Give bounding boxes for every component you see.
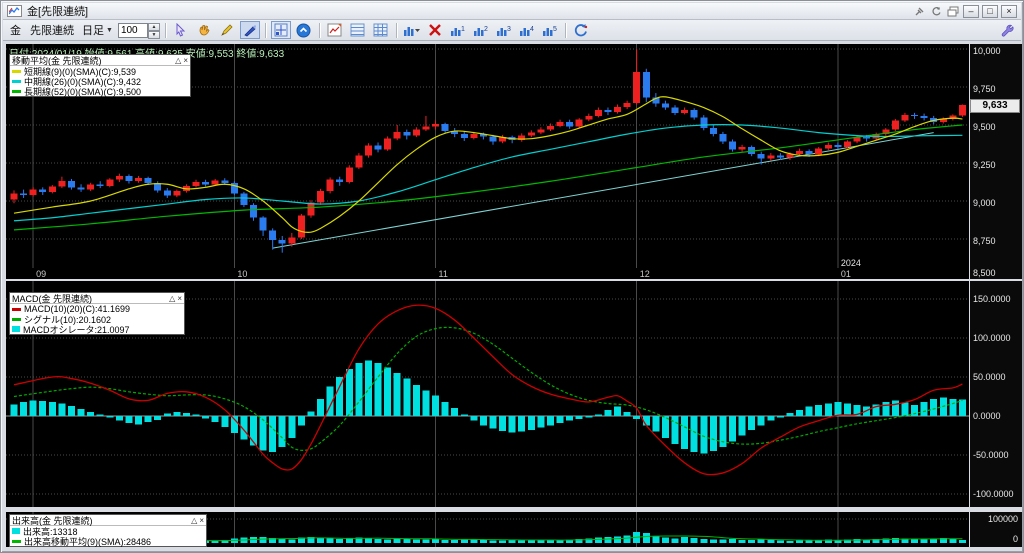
macd-tick: 100.0000 [973, 333, 1011, 343]
cascade-windows-icon[interactable] [946, 5, 960, 17]
toolbar-separator [318, 22, 320, 38]
window-title: 金[先限連続] [27, 6, 89, 18]
chevron-down-icon: ▼ [106, 26, 113, 34]
indicator-1-icon[interactable]: 1 [448, 21, 468, 39]
refresh-icon[interactable] [571, 21, 591, 39]
indicator-5-icon[interactable]: 5 [540, 21, 560, 39]
svg-text:4: 4 [530, 26, 534, 33]
pin-icon[interactable] [912, 5, 926, 17]
chart-window-icon[interactable] [325, 21, 345, 39]
close-icon[interactable]: × [177, 294, 182, 303]
macd-legend[interactable]: MACD(金 先限連続) △ × MACD(10)(20)(C):41.1699… [9, 292, 185, 335]
toolbar: 金 先限連続 日足 ▼ ▲▼ 1 2 3 4 5 [3, 20, 1021, 41]
svg-text:3: 3 [507, 26, 511, 33]
histogram-menu-icon[interactable] [402, 21, 422, 39]
svg-text:09: 09 [36, 269, 46, 279]
cursor-icon[interactable] [171, 21, 191, 39]
toolbar-separator [264, 22, 266, 38]
toolbar-separator [164, 22, 166, 38]
spin-up-icon[interactable]: ▲ [147, 22, 160, 31]
svg-text:1: 1 [461, 26, 465, 33]
hand-icon[interactable] [194, 21, 214, 39]
price-axis: 10,000 9,750 9,500 9,250 9,000 8,750 8,5… [970, 44, 1022, 279]
indicator-delete-icon[interactable] [425, 21, 445, 39]
pen-icon[interactable] [239, 21, 260, 39]
timeframe-dropdown[interactable]: 日足 ▼ [80, 22, 115, 38]
price-tick: 9,250 [973, 160, 996, 170]
maximize-button[interactable]: □ [982, 4, 998, 18]
price-tick: 10,000 [973, 46, 1001, 56]
minimize-button[interactable]: – [963, 4, 979, 18]
macd-tick: -100.0000 [973, 489, 1014, 499]
spin-down-icon[interactable]: ▼ [147, 30, 160, 39]
svg-text:11: 11 [439, 269, 448, 279]
pencil-icon[interactable] [217, 21, 237, 39]
price-tick: 9,500 [973, 122, 996, 132]
chart-area: 09 10 11 12 01 2024 10,000 9,750 9,500 9,250 … [4, 42, 1022, 551]
wrench-icon[interactable] [997, 21, 1017, 39]
macd-legend-title-row: MACD(金 先限連続) △ × [10, 293, 184, 304]
close-icon[interactable]: × [183, 56, 188, 65]
symbol-label[interactable]: 金 [7, 22, 24, 38]
ma-legend[interactable]: 移動平均(金 先限連続) △ × 短期線(9)(0)(SMA)(C):9,539… [9, 54, 191, 97]
volume-tick: 100000 [987, 514, 1018, 524]
svg-text:12: 12 [640, 269, 650, 279]
crosshair-icon[interactable] [270, 21, 291, 39]
collapse-icon[interactable]: △ [175, 56, 181, 65]
legend-item: 長期線(52)(0)(SMA)(C):9,500 [10, 86, 190, 97]
collapse-icon[interactable]: △ [191, 516, 197, 525]
close-icon[interactable]: × [199, 516, 204, 525]
macd-tick: 150.0000 [973, 294, 1011, 304]
volume-tick: 0 [1012, 534, 1018, 544]
price-tick: 9,750 [973, 84, 996, 94]
macd-tick: -50.0000 [973, 450, 1009, 460]
titlebar: 金[先限連続] – □ × [3, 3, 1021, 20]
bar-count-stepper: ▲▼ [117, 22, 160, 39]
rotate-icon[interactable] [929, 5, 943, 17]
indicator-2-icon[interactable]: 2 [471, 21, 491, 39]
chart-app-icon [7, 5, 22, 17]
svg-text:01: 01 [841, 269, 851, 279]
collapse-icon[interactable]: △ [169, 294, 175, 303]
scroll-icon[interactable] [294, 21, 314, 39]
legend-item: MACDオシレータ:21.0097 [10, 324, 184, 335]
app-window: 金[先限連続] – □ × 金 先限連続 日足 ▼ ▲▼ [0, 0, 1024, 553]
hgrid-icon[interactable] [348, 21, 368, 39]
toolbar-separator [564, 22, 566, 38]
macd-axis: 150.0000 100.0000 50.0000 0.0000 -50.000… [970, 281, 1022, 507]
bar-count-input[interactable] [117, 22, 148, 38]
macd-tick: 50.0000 [973, 372, 1006, 382]
svg-text:2024: 2024 [841, 258, 861, 268]
indicator-4-icon[interactable]: 4 [517, 21, 537, 39]
legend-item: 出来高移動平均(9)(SMA):28486 [10, 536, 206, 547]
current-price-tag: 9,633 [970, 99, 1020, 113]
volume-axis: 100000 0 [970, 512, 1022, 547]
svg-text:2: 2 [484, 26, 488, 33]
close-button[interactable]: × [1001, 4, 1017, 18]
svg-text:10: 10 [237, 269, 247, 279]
indicator-3-icon[interactable]: 3 [494, 21, 514, 39]
toolbar-separator [395, 22, 397, 38]
series-label[interactable]: 先限連続 [27, 22, 77, 38]
volume-legend[interactable]: 出来高(金 先限連続) △ × 出来高:13318 出来高移動平均(9)(SMA… [9, 514, 207, 547]
macd-legend-title: MACD(金 先限連続) [12, 293, 92, 304]
price-tick: 8,500 [973, 268, 996, 278]
macd-tick: 0.0000 [973, 411, 1001, 421]
price-tick: 9,000 [973, 198, 996, 208]
grid-icon[interactable] [371, 21, 391, 39]
price-tick: 8,750 [973, 236, 996, 246]
svg-text:5: 5 [553, 26, 557, 33]
timeframe-value: 日足 [82, 25, 104, 37]
